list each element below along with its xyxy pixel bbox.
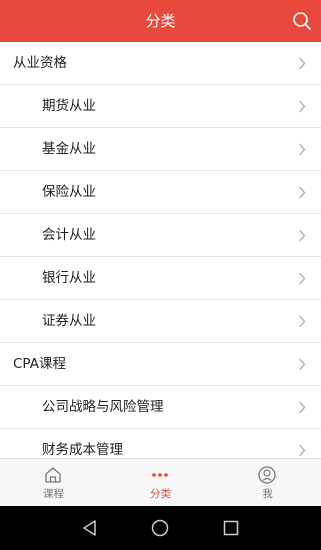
tab-categories[interactable]: 分类 xyxy=(107,459,214,507)
more-dots-icon xyxy=(152,473,168,477)
list-item[interactable]: CPA课程 xyxy=(0,343,321,386)
list-item-label: 银行从业 xyxy=(42,270,96,286)
system-nav-bar xyxy=(0,506,321,550)
list-item[interactable]: 保险从业 xyxy=(0,171,321,214)
bottom-tab-bar: 课程 分类 我 xyxy=(0,458,321,506)
chevron-right-icon xyxy=(299,444,306,457)
chevron-right-icon xyxy=(299,57,306,70)
tab-courses[interactable]: 课程 xyxy=(0,459,107,507)
list-item[interactable]: 银行从业 xyxy=(0,257,321,300)
list-item[interactable]: 公司战略与风险管理 xyxy=(0,386,321,429)
chevron-right-icon xyxy=(299,143,306,156)
home-circle-icon[interactable] xyxy=(150,518,170,538)
back-triangle-icon[interactable] xyxy=(80,518,100,538)
chevron-right-icon xyxy=(299,401,306,414)
chevron-right-icon xyxy=(299,186,306,199)
home-icon xyxy=(45,467,61,483)
list-item[interactable]: 财务成本管理 xyxy=(0,429,321,458)
chevron-right-icon xyxy=(299,229,306,242)
list-item-label: 会计从业 xyxy=(42,227,96,243)
list-item[interactable]: 从业资格 xyxy=(0,42,321,85)
chevron-right-icon xyxy=(299,358,306,371)
list-item-label: 基金从业 xyxy=(42,141,96,157)
tab-label: 我 xyxy=(262,488,273,500)
list-item-label: 财务成本管理 xyxy=(42,442,123,458)
tab-label: 课程 xyxy=(43,488,64,500)
list-item-label: CPA课程 xyxy=(13,356,66,372)
list-item[interactable]: 会计从业 xyxy=(0,214,321,257)
page-title: 分类 xyxy=(145,12,176,30)
category-list: 从业资格 期货从业 基金从业 保险从业 会计从业 银行从业 证券从业 CPA课程… xyxy=(0,42,321,458)
list-item-label: 公司战略与风险管理 xyxy=(42,399,164,415)
chevron-right-icon xyxy=(299,315,306,328)
list-item-label: 保险从业 xyxy=(42,184,96,200)
list-item-label: 证券从业 xyxy=(42,313,96,329)
list-item-label: 从业资格 xyxy=(13,55,67,71)
app-header: 分类 xyxy=(0,0,321,42)
search-icon[interactable] xyxy=(291,10,313,32)
tab-me[interactable]: 我 xyxy=(214,459,321,507)
list-item[interactable]: 证券从业 xyxy=(0,300,321,343)
chevron-right-icon xyxy=(299,100,306,113)
list-item-label: 期货从业 xyxy=(42,98,96,114)
profile-icon xyxy=(258,466,276,484)
list-item[interactable]: 基金从业 xyxy=(0,128,321,171)
chevron-right-icon xyxy=(299,272,306,285)
recents-square-icon[interactable] xyxy=(221,518,241,538)
tab-label: 分类 xyxy=(150,488,171,500)
list-item[interactable]: 期货从业 xyxy=(0,85,321,128)
